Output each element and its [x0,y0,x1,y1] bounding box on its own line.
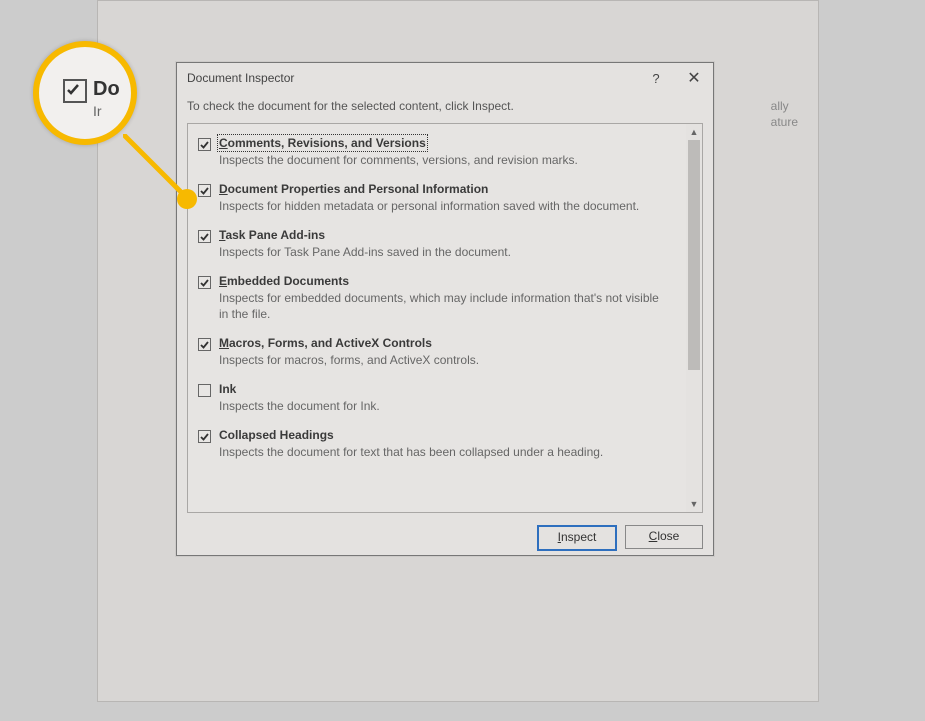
option-checkbox[interactable] [198,230,211,243]
inspector-option: Document Properties and Personal Informa… [194,178,680,224]
callout-checkbox [63,79,87,103]
callout-label: Do [93,78,120,101]
option-texts: Task Pane Add-ins Inspects for Task Pane … [219,228,678,260]
option-label[interactable]: Task Pane Add-ins [219,228,325,242]
option-mnemonic: E [219,274,227,288]
option-label[interactable]: Macros, Forms, and ActiveX Controls [219,336,432,350]
option-description: Inspects the document for Ink. [219,398,670,414]
inspector-option: Comments, Revisions, and Versions Inspect… [194,132,680,178]
inspector-options-list: Comments, Revisions, and Versions Inspect… [188,124,686,512]
background-text: ally ature [771,98,798,130]
scroll-down-icon[interactable]: ▼ [686,496,702,512]
option-label[interactable]: Comments, Revisions, and Versions [219,136,426,150]
option-mnemonic: M [219,336,229,350]
option-checkbox[interactable] [198,184,211,197]
option-texts: Collapsed Headings Inspects the document … [219,428,678,460]
option-description: Inspects the document for text that has … [219,444,670,460]
dialog-instruction: To check the document for the selected c… [177,93,713,123]
option-mnemonic: D [219,182,228,196]
option-label-rest: acros, Forms, and ActiveX Controls [229,336,432,350]
option-checkbox[interactable] [198,384,211,397]
option-label[interactable]: Ink [219,382,236,396]
option-label-rest: omments, Revisions, and Versions [228,136,426,150]
inspector-option: Task Pane Add-ins Inspects for Task Pane … [194,224,680,270]
check-icon [199,231,210,242]
dialog-title: Document Inspector [187,71,637,85]
inspector-option: Embedded Documents Inspects for embedded … [194,270,680,332]
option-checkbox[interactable] [198,338,211,351]
check-icon [199,185,210,196]
check-icon [66,82,80,96]
option-description: Inspects for macros, forms, and ActiveX … [219,352,670,368]
check-icon [199,431,210,442]
scrollbar[interactable]: ▲ ▼ [686,124,702,512]
inspect-button[interactable]: Inspect [537,525,617,551]
option-checkbox[interactable] [198,276,211,289]
option-label-rest: ask Pane Add-ins [225,228,325,242]
close-button[interactable]: Close [625,525,703,549]
option-label-rest: ocument Properties and Personal Informat… [228,182,489,196]
option-texts: Document Properties and Personal Informa… [219,182,678,214]
close-label-rest: lose [657,529,679,543]
bg-text-1: ally [771,98,798,114]
check-icon [199,339,210,350]
option-checkbox[interactable] [198,430,211,443]
option-checkbox[interactable] [198,138,211,151]
option-mnemonic: C [219,136,228,150]
option-label[interactable]: Collapsed Headings [219,428,334,442]
option-texts: Macros, Forms, and ActiveX Controls Inspe… [219,336,678,368]
option-texts: Embedded Documents Inspects for embedded … [219,274,678,322]
callout-subtext: Ir [93,103,102,119]
help-button[interactable]: ? [637,63,675,93]
scroll-up-icon[interactable]: ▲ [686,124,702,140]
option-label-rest: mbedded Documents [227,274,349,288]
close-icon[interactable]: ✕ [675,63,713,93]
dialog-button-row: Inspect Close [177,513,713,551]
option-label[interactable]: Embedded Documents [219,274,349,288]
inspector-option: Ink Inspects the document for Ink. [194,378,680,424]
inspector-options-panel: Comments, Revisions, and Versions Inspect… [187,123,703,513]
callout-leader-dot [177,189,197,209]
option-texts: Comments, Revisions, and Versions Inspect… [219,136,678,168]
bg-text-2: ature [771,114,798,130]
scroll-thumb[interactable] [688,140,700,370]
option-description: Inspects the document for comments, vers… [219,152,670,168]
option-description: Inspects for embedded documents, which m… [219,290,670,322]
option-label[interactable]: Document Properties and Personal Informa… [219,182,488,196]
check-icon [199,139,210,150]
callout-circle: Do Ir [33,41,137,145]
option-texts: Ink Inspects the document for Ink. [219,382,678,414]
check-icon [199,277,210,288]
inspector-option: Collapsed Headings Inspects the document … [194,424,680,470]
option-description: Inspects for hidden metadata or personal… [219,198,670,214]
option-description: Inspects for Task Pane Add-ins saved in … [219,244,670,260]
inspect-label-rest: nspect [561,530,596,544]
document-inspector-dialog: Document Inspector ? ✕ To check the docu… [176,62,714,556]
inspector-option: Macros, Forms, and ActiveX Controls Inspe… [194,332,680,378]
dialog-titlebar: Document Inspector ? ✕ [177,63,713,93]
